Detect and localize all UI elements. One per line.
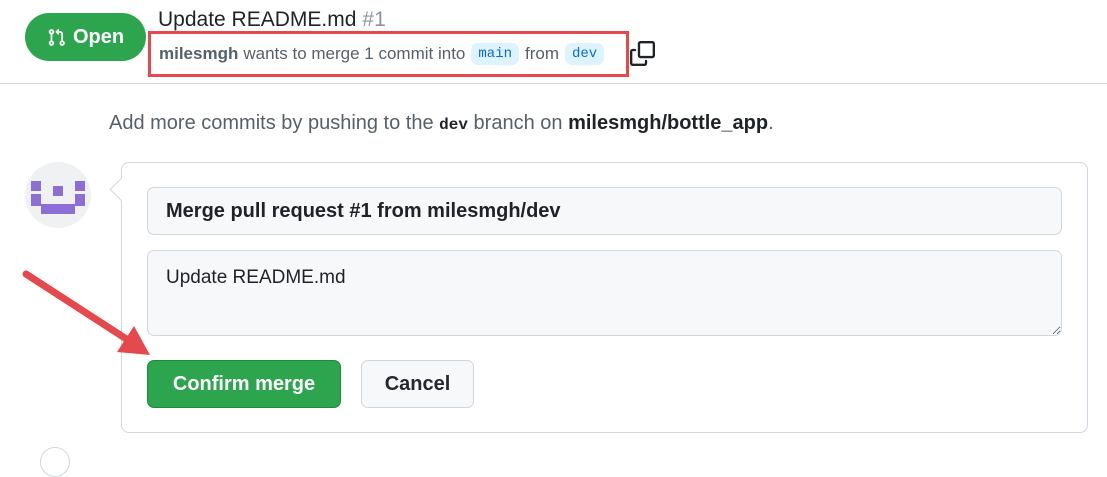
git-pull-request-icon [48, 28, 65, 46]
push-hint: Add more commits by pushing to the dev b… [109, 112, 774, 135]
pr-state-label: Open [72, 25, 125, 48]
merge-info-highlight: milesmgh wants to merge 1 commit into ma… [148, 31, 629, 77]
author-link[interactable]: milesmgh [159, 44, 238, 64]
hint-branch: dev [439, 116, 468, 134]
commit-body-textarea[interactable]: Update README.md [147, 250, 1062, 336]
pr-title-text: Update README.md [158, 8, 357, 31]
pr-title: Update README.md #1 [158, 8, 386, 32]
pr-number: #1 [362, 8, 386, 31]
repo-link[interactable]: milesmgh/bottle_app [568, 112, 768, 134]
cancel-button[interactable]: Cancel [361, 360, 474, 408]
copy-icon[interactable] [630, 41, 655, 66]
confirm-merge-button[interactable]: Confirm merge [147, 360, 341, 408]
timeline-avatar [40, 447, 70, 477]
pr-header: Open Update README.md #1 milesmgh wants t… [0, 0, 1107, 84]
base-branch-label[interactable]: main [471, 43, 519, 65]
merge-description: wants to merge 1 commit into [243, 44, 466, 63]
commit-title-input[interactable] [147, 187, 1062, 235]
red-arrow-annotation [22, 270, 150, 355]
from-text: from [525, 44, 559, 63]
pr-state-badge: Open [25, 13, 146, 61]
merge-form: Update README.md Confirm merge Cancel [121, 162, 1088, 433]
head-branch-label[interactable]: dev [565, 43, 605, 65]
avatar[interactable] [25, 162, 91, 228]
hint-prefix: Add more commits by pushing to the [109, 112, 434, 134]
hint-suffix: . [768, 112, 774, 134]
hint-middle: branch on [473, 112, 563, 134]
